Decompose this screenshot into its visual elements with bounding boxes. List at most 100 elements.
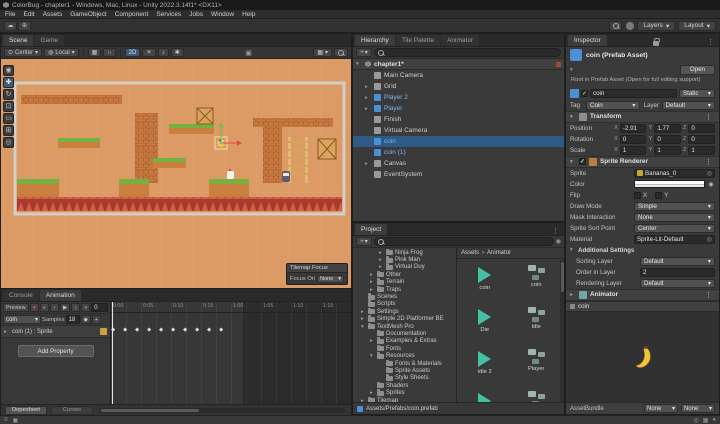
add-property-button[interactable]: Add Property — [18, 345, 94, 357]
expand-arrow-icon[interactable]: ▸ — [370, 272, 375, 278]
expand-arrow-icon[interactable]: ▸ — [370, 287, 375, 293]
audio-toggle-icon[interactable]: ♪ — [158, 48, 169, 57]
expand-arrow-icon[interactable]: ▸ — [361, 309, 366, 315]
folder-row[interactable]: Style Sheets — [353, 375, 456, 382]
hierarchy-item[interactable]: Main Camera — [353, 70, 564, 81]
next-key-button[interactable]: › — [71, 303, 80, 312]
assetbundle-variant-dropdown[interactable]: None ▾ — [681, 404, 715, 413]
hierarchy-item[interactable]: Finish — [353, 114, 564, 125]
z-value-field[interactable]: 0 — [688, 124, 715, 133]
folder-row[interactable]: Shaders — [353, 382, 456, 389]
asset-scrollbar[interactable] — [560, 260, 564, 403]
menu-item[interactable]: Assets — [43, 10, 63, 19]
active-checkbox[interactable]: ✓ — [581, 90, 588, 97]
flip-y-checkbox[interactable] — [655, 192, 662, 199]
layout-dropdown[interactable]: Layout ▾ — [678, 21, 716, 31]
frame-field[interactable]: 0 — [91, 303, 108, 312]
samples-field[interactable]: 18 — [66, 315, 80, 324]
curves-button[interactable]: Curves — [51, 406, 93, 415]
collapse-arrow-icon[interactable]: ▾ — [570, 159, 576, 165]
cache-icon[interactable]: ▦ — [703, 417, 709, 424]
account-icon[interactable] — [626, 22, 634, 30]
panel-tab[interactable]: Hierarchy — [355, 35, 395, 46]
view-tab[interactable]: Scene — [3, 35, 33, 46]
x-value-field[interactable]: 1 — [620, 146, 647, 155]
menu-item[interactable]: Window — [211, 10, 234, 19]
camera-dropdown[interactable]: ▣ — [242, 49, 255, 57]
scene-tool-button[interactable]: ✚ — [3, 77, 14, 88]
hierarchy-item[interactable]: ▸ Player 2 — [353, 92, 564, 103]
panel-tab[interactable]: Tile Palette — [396, 35, 440, 46]
folder-row[interactable]: ▸ Simple 2D Platformer BE — [353, 316, 456, 323]
transform-header[interactable]: ▾ Transform ⋮ — [566, 111, 719, 123]
folder-row[interactable]: ▸ Virtual Guy — [353, 264, 456, 271]
search-button[interactable] — [609, 21, 622, 31]
cloud-icon[interactable]: ☁ — [4, 21, 17, 31]
collapse-arrow-icon[interactable]: ▾ — [570, 114, 576, 120]
y-value-field[interactable]: 0 — [654, 135, 681, 144]
expand-arrow-icon[interactable]: ▾ — [361, 324, 366, 330]
keyframe-diamond[interactable]: ◆ — [135, 327, 147, 333]
grid-snap-icon[interactable]: ▦ — [88, 48, 102, 57]
timeline-ruler[interactable]: 0:000:050:100:151:001:051:101:15 — [111, 302, 351, 313]
hierarchy-item[interactable]: EventSystem — [353, 169, 564, 180]
expand-arrow-icon[interactable]: ▸ — [370, 279, 375, 285]
asset-item[interactable]: Die — [459, 304, 511, 346]
expand-arrow-icon[interactable]: ▸ — [370, 390, 375, 396]
color-swatch[interactable] — [634, 180, 705, 188]
animator-header[interactable]: ▸ Animator ⋮ — [566, 289, 719, 301]
keyframe-diamond[interactable]: ◆ — [147, 327, 159, 333]
menu-item[interactable]: File — [5, 10, 15, 19]
panel-menu-icon[interactable]: ⋮ — [704, 38, 717, 46]
rendering-layer-dropdown[interactable]: Default ▾ — [640, 279, 715, 288]
keyframe-diamond[interactable]: ◆ — [183, 327, 195, 333]
folder-row[interactable]: ▸ Ninja Frog — [353, 249, 456, 256]
mask-interaction-dropdown[interactable]: None ▾ — [634, 213, 715, 222]
folder-row[interactable]: Fonts — [353, 345, 456, 352]
effects-toggle-icon[interactable]: ✱ — [171, 48, 184, 57]
z-value-field[interactable]: 0 — [688, 135, 715, 144]
preview-toggle[interactable]: Preview — [3, 303, 29, 312]
asset-item[interactable]: idle 2 — [459, 346, 511, 388]
services-icon[interactable]: ⊕ — [18, 21, 31, 31]
panel-tab[interactable]: Animator — [441, 35, 479, 46]
keyframe-diamond[interactable]: ◆ — [195, 327, 207, 333]
panel-menu-icon[interactable]: ⋮ — [549, 227, 562, 235]
z-value-field[interactable]: 1 — [688, 146, 715, 155]
collapse-arrow-icon[interactable]: ▾ — [570, 247, 576, 253]
folder-row[interactable]: Sprite Assets — [353, 367, 456, 374]
scene-tool-button[interactable]: ◉ — [3, 65, 14, 76]
expand-arrow-icon[interactable]: ▸ — [379, 257, 384, 263]
x-value-field[interactable]: -2.91 — [620, 124, 647, 133]
static-dropdown[interactable]: Static ▾ — [679, 89, 715, 98]
scene-viewport[interactable]: ◉✚↻⊡▭⊞◎ Tilemap Focus Focus On None ▾ — [1, 59, 351, 288]
asset-item[interactable]: Player — [511, 346, 563, 388]
create-button[interactable]: + ▾ — [356, 237, 372, 246]
preview-header[interactable]: coin — [566, 301, 719, 312]
anim-play-button[interactable]: ▶ — [60, 303, 70, 312]
hierarchy-item[interactable]: ▸ Grid — [353, 81, 564, 92]
lock-icon[interactable] — [653, 41, 659, 46]
menu-item[interactable]: Jobs — [189, 10, 203, 19]
collapse-arrow-icon[interactable]: ▾ — [356, 61, 362, 67]
prev-key-button[interactable]: ‹ — [50, 303, 59, 312]
asset-item[interactable]: Idle — [511, 304, 563, 346]
keyframe-diamond[interactable]: ◆ — [219, 327, 231, 333]
scene-search-button[interactable] — [334, 48, 348, 57]
expand-arrow-icon[interactable]: ▸ — [365, 84, 371, 90]
folder-row[interactable]: ▸ Pink Man — [353, 256, 456, 263]
magnet-icon[interactable]: ∩ — [103, 48, 115, 57]
add-event-icon[interactable]: + — [92, 315, 101, 324]
expand-arrow-icon[interactable]: ▾ — [370, 353, 375, 359]
expand-arrow-icon[interactable]: ▸ — [379, 264, 384, 270]
asset-item[interactable]: coin — [511, 262, 563, 304]
gizmos-dropdown[interactable]: ▦ ▾ — [313, 48, 332, 57]
clip-dropdown[interactable]: coin ▾ — [3, 315, 41, 324]
expand-arrow-icon[interactable]: ▸ — [365, 95, 371, 101]
view-tab[interactable]: Game — [34, 35, 64, 46]
playhead[interactable] — [112, 302, 113, 404]
hierarchy-search-input[interactable] — [374, 48, 561, 57]
menu-item[interactable]: Help — [242, 10, 255, 19]
hierarchy-item[interactable]: coin — [353, 136, 564, 147]
project-search-input[interactable] — [374, 237, 554, 246]
